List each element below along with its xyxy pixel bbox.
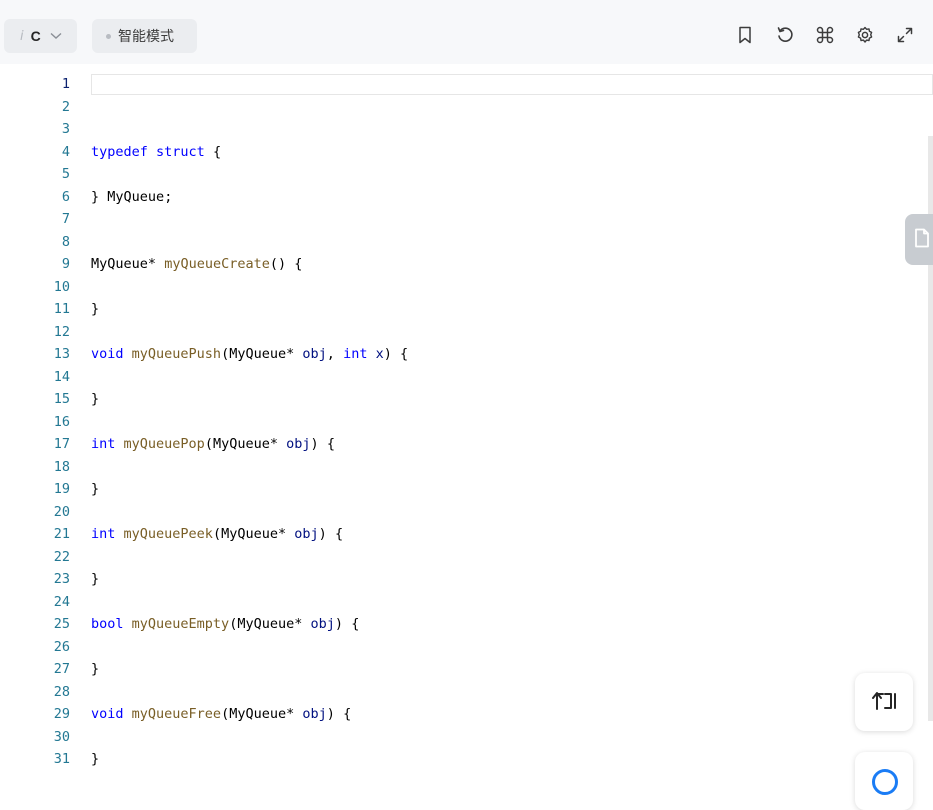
line-number: 26 — [53, 638, 70, 655]
line-number: 27 — [53, 661, 70, 677]
code-line[interactable]: int myQueuePop(MyQueue* obj) { — [91, 436, 335, 452]
line-number: 28 — [53, 683, 70, 700]
line-number: 7 — [61, 211, 70, 227]
code-editor[interactable]: 1 2 3 4 5 6 7 8 9 10 11 12 13 14 15 16 17 18 19 20 21 22 23 24 2… — [4, 64, 933, 775]
settings-icon[interactable] — [854, 24, 876, 46]
assistant-icon — [872, 769, 898, 795]
line-number: 18 — [53, 458, 70, 475]
line-number: 10 — [53, 278, 70, 295]
code-line[interactable]: bool myQueueEmpty(MyQueue* obj) { — [91, 616, 359, 632]
line-number: 4 — [61, 143, 70, 160]
code-line[interactable]: typedef struct { — [91, 144, 221, 160]
line-number: 16 — [53, 413, 70, 430]
line-number: 19 — [53, 481, 70, 497]
line-number: 24 — [53, 593, 70, 610]
line-number: 21 — [53, 526, 70, 542]
line-number: 14 — [53, 368, 70, 385]
smart-mode-button[interactable]: 智能模式 — [92, 19, 197, 53]
line-number: 22 — [53, 548, 70, 565]
command-icon[interactable] — [814, 24, 836, 46]
line-number: 31 — [53, 751, 70, 767]
code-line[interactable]: } MyQueue; — [91, 189, 172, 205]
line-number: 17 — [53, 436, 70, 452]
line-number: 20 — [53, 503, 70, 520]
side-panel-tab[interactable] — [905, 214, 933, 265]
line-number: 15 — [53, 391, 70, 407]
code-line[interactable]: } — [91, 751, 99, 767]
line-number: 9 — [61, 256, 70, 272]
line-number: 29 — [53, 706, 70, 722]
current-line-highlight — [91, 74, 933, 95]
line-number: 3 — [61, 121, 70, 137]
line-number: 11 — [53, 301, 70, 317]
line-number: 23 — [53, 571, 70, 587]
chevron-down-icon — [50, 32, 62, 40]
line-number: 30 — [53, 728, 70, 745]
assistant-button[interactable] — [855, 752, 913, 810]
line-number: 5 — [61, 166, 70, 182]
restore-code-button[interactable] — [855, 673, 913, 731]
code-line[interactable]: } — [91, 661, 99, 677]
line-number: 1 — [61, 76, 70, 92]
line-number: 2 — [61, 98, 70, 115]
bookmark-icon[interactable] — [734, 24, 756, 46]
code-line[interactable]: } — [91, 301, 99, 317]
language-select[interactable]: i C — [4, 19, 77, 53]
code-line[interactable]: MyQueue* myQueueCreate() { — [91, 256, 302, 272]
line-number: 8 — [61, 233, 70, 250]
file-icon — [913, 228, 931, 252]
expand-icon[interactable] — [894, 24, 916, 46]
language-tag: i — [20, 28, 24, 44]
mode-dot — [106, 33, 111, 39]
reset-icon[interactable] — [774, 24, 796, 46]
line-number: 6 — [61, 188, 70, 205]
smart-mode-label: 智能模式 — [118, 29, 174, 45]
line-number: 25 — [53, 616, 70, 632]
restore-icon — [869, 687, 899, 717]
code-line[interactable]: void myQueueFree(MyQueue* obj) { — [91, 706, 351, 722]
editor-toolbar: i C 智能模式 — [0, 0, 933, 64]
code-line[interactable]: } — [91, 391, 99, 407]
code-line[interactable]: void myQueuePush(MyQueue* obj, int x) { — [91, 346, 408, 362]
line-number: 12 — [53, 323, 70, 340]
code-line[interactable]: } — [91, 571, 99, 587]
line-number: 13 — [53, 346, 70, 362]
code-line[interactable]: int myQueuePeek(MyQueue* obj) { — [91, 526, 343, 542]
code-line[interactable]: } — [91, 481, 99, 497]
language-name: C — [30, 28, 41, 44]
